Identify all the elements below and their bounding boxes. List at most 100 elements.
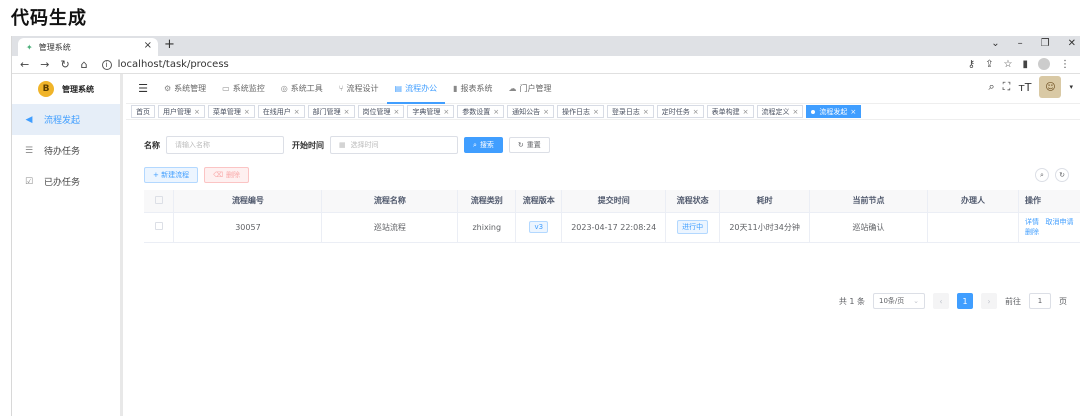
refresh-icon[interactable]: ↻ bbox=[1055, 168, 1069, 182]
close-icon[interactable]: × bbox=[294, 108, 300, 116]
caret-down-icon[interactable]: ▾ bbox=[1069, 83, 1073, 91]
back-icon[interactable]: ← bbox=[20, 58, 29, 71]
close-icon[interactable]: × bbox=[643, 108, 649, 116]
profile-icon[interactable] bbox=[1038, 58, 1050, 70]
tag-item[interactable]: 字典管理 × bbox=[407, 105, 455, 118]
detail-link[interactable]: 详情 bbox=[1025, 218, 1039, 226]
tag-item[interactable]: 通知公告 × bbox=[507, 105, 554, 118]
close-icon[interactable]: × bbox=[394, 108, 400, 116]
nav-tools: ⌕ ⛶ ᴛT ☺ ▾ bbox=[988, 76, 1073, 98]
tag-home[interactable]: 首页 bbox=[131, 105, 155, 118]
tag-item[interactable]: 流程定义 × bbox=[756, 105, 804, 118]
page-number-active[interactable]: 1 bbox=[957, 293, 973, 309]
tag-item[interactable]: 岗位管理 × bbox=[357, 105, 405, 118]
sidepanel-icon[interactable]: ▮ bbox=[1022, 59, 1028, 70]
key-icon[interactable]: ⚷ bbox=[968, 59, 975, 70]
close-icon[interactable]: × bbox=[443, 108, 449, 116]
sidebar-item-todo[interactable]: ☰ 待办任务 bbox=[12, 135, 120, 166]
menu-system-admin[interactable]: ⚙ 系统管理 bbox=[156, 74, 214, 104]
tag-item[interactable]: 表单构建 × bbox=[706, 105, 754, 118]
menu-report-system[interactable]: ▮ 报表系统 bbox=[445, 74, 500, 104]
info-icon[interactable]: i bbox=[101, 59, 112, 70]
tag-item-active[interactable]: 流程发起 × bbox=[806, 105, 862, 118]
avatar[interactable]: ☺ bbox=[1039, 76, 1062, 98]
fullscreen-icon[interactable]: ⛶ bbox=[1003, 80, 1011, 94]
main-content: ☰ ⚙ 系统管理 ▭ 系统监控 ◎ 系统工具 ⑂ 流程设计 ▤ 流程办公 ▮ 报表系统 ☁ 门… bbox=[126, 74, 1080, 416]
tag-item[interactable]: 操作日志 × bbox=[557, 105, 604, 118]
close-icon[interactable]: × bbox=[793, 108, 799, 116]
close-tab-icon[interactable]: × bbox=[144, 40, 152, 51]
minimize-button[interactable]: – bbox=[1018, 38, 1023, 49]
font-size-icon[interactable]: ᴛT bbox=[1018, 81, 1031, 94]
close-icon[interactable]: × bbox=[344, 108, 350, 116]
bar-chart-icon: ▮ bbox=[453, 84, 458, 93]
more-icon[interactable]: ⋮ bbox=[1060, 59, 1070, 70]
top-nav: ☰ ⚙ 系统管理 ▭ 系统监控 ◎ 系统工具 ⑂ 流程设计 ▤ 流程办公 ▮ 报表系统 ☁ 门… bbox=[126, 74, 1080, 104]
page-size-select[interactable]: 10条/页 ⌄ bbox=[873, 293, 925, 309]
menu-process-design[interactable]: ⑂ 流程设计 bbox=[331, 74, 387, 104]
reload-icon[interactable]: ↻ bbox=[60, 58, 69, 71]
star-icon[interactable]: ☆ bbox=[1004, 59, 1013, 70]
share-icon[interactable]: ⇪ bbox=[985, 59, 993, 70]
tag-item[interactable]: 用户管理 × bbox=[158, 105, 205, 118]
url-field[interactable]: i localhost/task/process bbox=[101, 59, 229, 70]
add-process-button[interactable]: + 新建流程 bbox=[144, 167, 199, 183]
time-placeholder: 选择时间 bbox=[350, 141, 379, 149]
close-icon[interactable]: × bbox=[693, 108, 699, 116]
home-icon[interactable]: ⌂ bbox=[81, 58, 88, 71]
cell-id: 30057 bbox=[173, 212, 323, 243]
start-time-picker[interactable]: ▦ 选择时间 bbox=[330, 136, 458, 154]
close-icon[interactable]: × bbox=[493, 108, 499, 116]
sidebar-item-label: 待办任务 bbox=[44, 147, 81, 157]
menu-toggle-icon[interactable]: ☰ bbox=[130, 82, 156, 95]
row-checkbox[interactable] bbox=[154, 222, 163, 230]
search-icon[interactable]: ⌕ bbox=[988, 80, 994, 94]
select-all-cell[interactable] bbox=[144, 190, 175, 213]
cell-version: v3 bbox=[515, 212, 563, 243]
tag-item[interactable]: 菜单管理 × bbox=[207, 105, 255, 118]
prev-page-button[interactable]: ‹ bbox=[933, 293, 949, 309]
leaf-icon: ✦ bbox=[26, 42, 33, 52]
reset-button[interactable]: ↻ 重置 bbox=[508, 137, 550, 153]
restore-button[interactable]: ❐ bbox=[1041, 38, 1050, 49]
close-icon[interactable]: × bbox=[194, 108, 200, 116]
select-all-checkbox[interactable] bbox=[154, 195, 163, 204]
close-icon[interactable]: × bbox=[244, 108, 250, 116]
sidebar-item-done[interactable]: ☑ 已办任务 bbox=[12, 166, 120, 197]
goto-page-input[interactable]: 1 bbox=[1029, 293, 1051, 309]
browser-tab[interactable]: ✦ 管理系统 × bbox=[18, 38, 158, 56]
menu-label: 系统工具 bbox=[290, 84, 323, 93]
row-select-cell[interactable] bbox=[144, 212, 175, 243]
close-icon[interactable]: × bbox=[850, 108, 856, 116]
table-tools: ⌕ ↻ bbox=[1035, 168, 1069, 182]
search-toggle-icon[interactable]: ⌕ bbox=[1035, 168, 1049, 182]
new-tab-button[interactable]: + bbox=[164, 37, 175, 52]
delete-link[interactable]: 删除 bbox=[1025, 228, 1039, 236]
next-page-button[interactable]: › bbox=[981, 293, 997, 309]
menu-process-office[interactable]: ▤ 流程办公 bbox=[386, 74, 446, 104]
close-icon[interactable]: × bbox=[743, 108, 749, 116]
brand[interactable]: B 管理系统 bbox=[12, 74, 120, 104]
forward-icon[interactable]: → bbox=[40, 58, 49, 71]
close-icon[interactable]: × bbox=[593, 108, 599, 116]
delete-button[interactable]: ⌫ 删除 bbox=[204, 167, 249, 183]
tag-label: 菜单管理 bbox=[212, 107, 241, 116]
tag-item[interactable]: 参数设置 × bbox=[457, 105, 505, 118]
menu-system-tools[interactable]: ◎ 系统工具 bbox=[273, 74, 331, 104]
menu-label: 系统监控 bbox=[232, 84, 265, 93]
tag-item[interactable]: 部门管理 × bbox=[307, 105, 355, 118]
tag-item[interactable]: 登录日志 × bbox=[606, 105, 654, 118]
menu-portal-admin[interactable]: ☁ 门户管理 bbox=[501, 74, 560, 104]
cancel-request-link[interactable]: 取消申请 bbox=[1046, 218, 1074, 226]
name-input[interactable]: 请输入名称 bbox=[166, 136, 284, 154]
tab-search-icon[interactable]: ⌄ bbox=[991, 38, 999, 49]
tag-item[interactable]: 在线用户 × bbox=[257, 105, 305, 118]
menu-system-monitor[interactable]: ▭ 系统监控 bbox=[214, 74, 273, 104]
search-button[interactable]: ⌕ 搜索 bbox=[464, 137, 503, 153]
cell-name: 巡站流程 bbox=[321, 212, 459, 243]
close-icon[interactable]: × bbox=[543, 108, 549, 116]
sidebar-item-start-process[interactable]: ◀ 流程发起 bbox=[12, 104, 120, 135]
close-window-button[interactable]: ✕ bbox=[1068, 38, 1076, 49]
tag-label: 流程发起 bbox=[819, 107, 848, 116]
tag-item[interactable]: 定时任务 × bbox=[656, 105, 704, 118]
